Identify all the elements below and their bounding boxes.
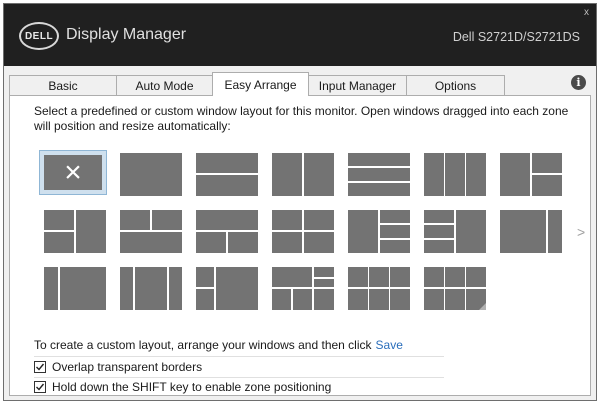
layout-tile-custom[interactable] [424,267,486,310]
info-icon[interactable]: i [571,75,586,90]
close-icon: × [64,155,82,189]
layout-instructions: Select a predefined or custom window lay… [34,104,569,133]
checkmark-icon [36,363,45,371]
monitor-model: Dell S2721D/S2721DS [452,30,580,44]
layout-tile-complex-grid[interactable] [272,267,334,310]
custom-layout-prompt: To create a custom layout, arrange your … [34,338,403,352]
layout-tile-left-split-wide-right[interactable] [196,267,258,310]
save-link[interactable]: Save [376,338,403,352]
layout-tile-wide-left[interactable] [500,210,562,253]
close-icon[interactable]: x [584,7,589,18]
layout-tile-none[interactable]: × [39,150,107,195]
next-page-arrow[interactable]: > [577,224,585,240]
tab-input-manager[interactable]: Input Manager [308,75,407,95]
layout-tile-top-bottom-split[interactable] [196,210,258,253]
shift-key-label: Hold down the SHIFT key to enable zone p… [52,380,332,394]
divider [34,377,444,378]
tab-easy-arrange[interactable]: Easy Arrange [212,72,309,96]
easy-arrange-panel: Select a predefined or custom window lay… [9,95,591,396]
layout-tile-left-3-rows-right[interactable] [424,210,486,253]
overlap-borders-option[interactable]: Overlap transparent borders [34,360,202,374]
display-manager-window: DELL Display Manager Dell S2721D/S2721DS… [3,3,597,401]
layout-tile-wide-center[interactable] [120,267,182,310]
layout-tile-2-columns[interactable] [272,153,334,196]
layout-tile-top-split-bottom[interactable] [120,210,182,253]
shift-key-option[interactable]: Hold down the SHIFT key to enable zone p… [34,380,331,394]
overlap-borders-label: Overlap transparent borders [52,360,203,374]
tab-options[interactable]: Options [406,75,505,95]
layout-tile-2-rows[interactable] [196,153,258,196]
divider [34,356,444,357]
layout-tile-narrow-left[interactable] [44,267,106,310]
layout-tile-left-right-split[interactable] [500,153,562,196]
checkmark-icon [36,383,45,391]
layout-tile-3-top-3-bottom[interactable] [348,267,410,310]
tab-auto-mode[interactable]: Auto Mode [116,75,213,95]
tab-basic[interactable]: Basic [9,75,117,95]
layout-tile-left-split-right[interactable] [44,210,106,253]
shift-key-checkbox[interactable] [34,381,46,393]
layout-tile-full[interactable] [120,153,182,196]
layout-tile-left-right-3-rows[interactable] [348,210,410,253]
layout-tile-3-columns[interactable] [424,153,486,196]
title-bar: DELL Display Manager Dell S2721D/S2721DS… [4,4,596,66]
tab-bar: Basic Auto Mode Easy Arrange Input Manag… [9,72,594,96]
layout-tile-quad[interactable] [272,210,334,253]
app-title: Display Manager [66,26,187,43]
layout-tile-3-rows[interactable] [348,153,410,196]
resize-corner-icon [479,303,486,310]
overlap-borders-checkbox[interactable] [34,361,46,373]
dell-logo: DELL [19,22,59,50]
